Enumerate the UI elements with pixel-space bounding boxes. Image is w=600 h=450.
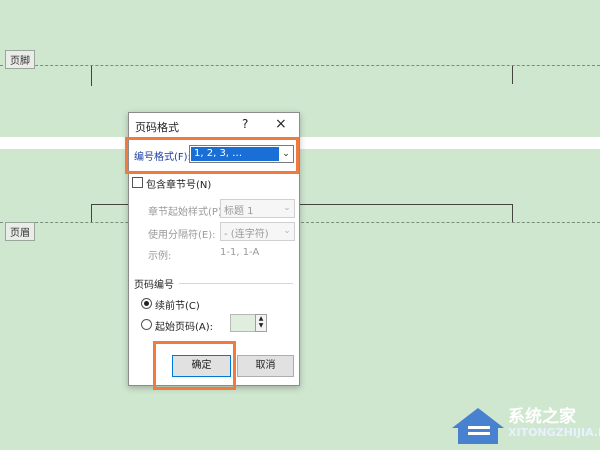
separator-label: 使用分隔符(E):	[148, 230, 216, 241]
example-label: 示例:	[148, 251, 172, 262]
chapter-style-label: 章节起始样式(P)	[148, 207, 222, 218]
footer-right-mark	[512, 204, 513, 222]
header-region-tag: 页眉	[5, 222, 35, 241]
watermark-subtext: XITONGZHIJIA.NET	[508, 426, 600, 439]
page-numbering-label: 页码编号	[134, 280, 174, 291]
header-right-mark	[512, 66, 513, 84]
include-chapter-label: 包含章节号(N)	[146, 180, 212, 191]
chevron-down-icon: ⌄	[283, 226, 291, 236]
page-gap	[0, 137, 600, 149]
cancel-button[interactable]: 取消	[237, 355, 294, 377]
chapter-style-select[interactable]: 标题 1 ⌄	[220, 199, 295, 218]
continue-label: 续前节(C)	[155, 301, 200, 312]
group-divider	[179, 283, 293, 284]
dialog-title: 页码格式	[135, 121, 179, 134]
start-at-radio[interactable]	[141, 319, 152, 330]
separator-value: - (连字符)	[224, 229, 269, 240]
footer-region-tag: 页脚	[5, 50, 35, 69]
chevron-down-icon: ⌄	[283, 203, 291, 213]
separator-select[interactable]: - (连字符) ⌄	[220, 222, 295, 241]
start-at-stepper[interactable]: ▲ ▼	[255, 314, 267, 332]
continue-radio[interactable]	[141, 298, 152, 309]
ok-button-highlight	[153, 341, 236, 390]
start-at-input[interactable]	[230, 314, 256, 332]
help-icon[interactable]: ?	[242, 117, 248, 131]
start-at-label: 起始页码(A):	[155, 322, 214, 333]
include-chapter-checkbox[interactable]	[132, 177, 143, 188]
header-cursor-mark	[91, 66, 92, 86]
example-value: 1-1, 1-A	[220, 247, 260, 258]
footer-dashed-line	[0, 222, 600, 223]
header-dashed-line	[0, 65, 600, 66]
number-format-highlight	[125, 137, 299, 174]
footer-left-mark	[91, 204, 92, 222]
close-icon[interactable]: ×	[275, 116, 287, 132]
chapter-style-value: 标题 1	[224, 206, 254, 217]
watermark-brand: 系统之家	[508, 407, 576, 427]
